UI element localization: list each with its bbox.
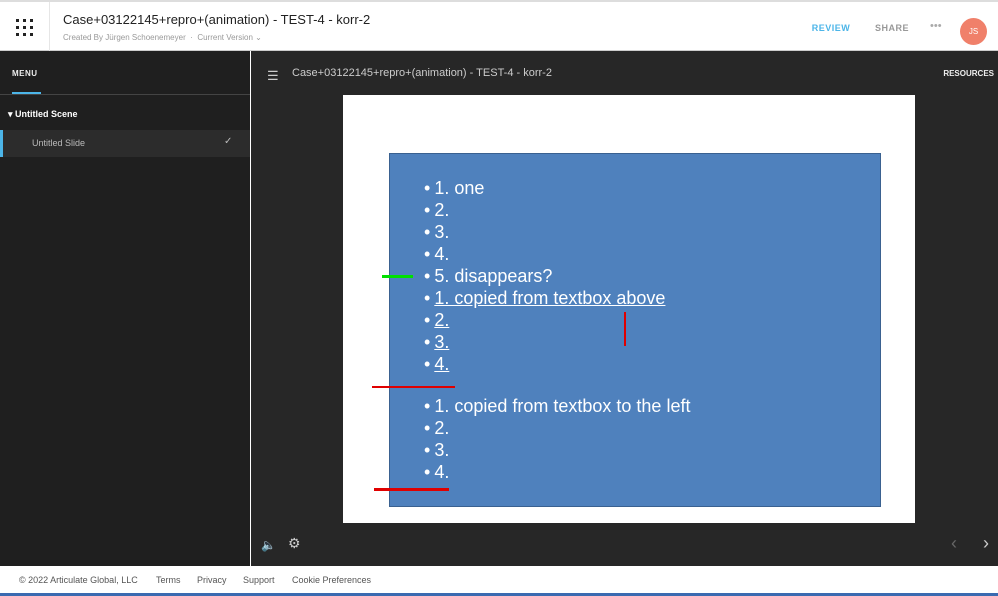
bullet-text: 4. (434, 462, 450, 482)
bullet: • (424, 354, 431, 374)
next-button[interactable]: › (983, 533, 989, 554)
footer: © 2022 Articulate Global, LLC Terms Priv… (0, 566, 998, 596)
player-title: Case+03122145+repro+(animation) - TEST-4… (292, 67, 552, 79)
resources-button[interactable]: RESOURCES (943, 69, 994, 78)
bullet-text: 2. (434, 418, 450, 438)
red-marker-vertical (624, 312, 626, 346)
bullet-line: • 4. (424, 462, 449, 483)
bullet: • (424, 244, 431, 264)
prev-button[interactable]: ‹ (951, 533, 957, 554)
version-dropdown[interactable]: Current Version ⌄ (197, 33, 262, 42)
bullet-text: 1. one (434, 178, 485, 198)
bullet-text: 3. (434, 222, 450, 242)
support-link[interactable]: Support (243, 575, 275, 585)
project-title: Case+03122145+repro+(animation) - TEST-4… (63, 12, 371, 27)
bullet-line: • 1. one (424, 178, 484, 199)
text-box: • 1. one • 2. • 3. • 4. • 5. disappears? • 1. copie… (389, 153, 881, 507)
tab-share[interactable]: SHARE (875, 23, 909, 33)
bullet-line: • 4. (424, 354, 449, 375)
cookie-preferences-link[interactable]: Cookie Preferences (292, 575, 371, 585)
privacy-link[interactable]: Privacy (197, 575, 227, 585)
bullet-line: • 2. (424, 200, 449, 221)
bullet: • (424, 222, 431, 242)
bullet: • (424, 288, 431, 308)
green-marker (382, 275, 413, 278)
bullet-text: 2. (434, 310, 450, 330)
bullet-text: 1. copied from textbox to the left (434, 396, 691, 416)
check-icon: ✓ (224, 136, 233, 147)
bullet-text: 4. (434, 244, 450, 264)
project-subtitle: Created By Jürgen Schoenemeyer · Current… (63, 33, 262, 42)
settings-icon[interactable]: ⚙ (288, 535, 301, 552)
red-marker-horizontal (372, 386, 455, 388)
bullet: • (424, 332, 431, 352)
bullet-line: • 2. (424, 418, 449, 439)
sidebar: MENU ▾ Untitled Scene Untitled Slide ✓ (0, 51, 250, 566)
tab-review[interactable]: REVIEW (800, 23, 862, 53)
divider (0, 94, 250, 95)
bullet-line: • 3. (424, 222, 449, 243)
top-header: Case+03122145+repro+(animation) - TEST-4… (0, 0, 998, 53)
bullet-text: 5. disappears? (434, 266, 553, 286)
bullet-line: • 3. (424, 440, 449, 461)
hamburger-icon[interactable]: ☰ (267, 68, 279, 84)
bullet: • (424, 200, 431, 220)
bullet-line: • 3. (424, 332, 449, 353)
app-grid-button[interactable] (0, 2, 50, 52)
bullet: • (424, 178, 431, 198)
scene-item[interactable]: ▾ Untitled Scene (8, 109, 78, 120)
bullet: • (424, 396, 431, 416)
copyright: © 2022 Articulate Global, LLC (19, 575, 138, 585)
more-icon[interactable]: ••• (930, 20, 942, 32)
bullet: • (424, 310, 431, 330)
bullet-line: • 4. (424, 244, 449, 265)
tab-menu[interactable]: MENU (12, 69, 38, 78)
bullet-line: • 1. copied from textbox to the left (424, 396, 690, 417)
slide-canvas: • 1. one • 2. • 3. • 4. • 5. disappears? • 1. copie… (343, 95, 915, 523)
separator: · (190, 33, 193, 42)
bullet-line: • 1. copied from textbox above (424, 288, 665, 309)
bullet: • (424, 266, 431, 286)
bullet-text: 4. (434, 354, 450, 374)
volume-icon[interactable]: 🔈 (261, 538, 276, 552)
slide-item[interactable]: Untitled Slide ✓ (0, 130, 250, 157)
grid-icon (16, 18, 33, 36)
bullet: • (424, 462, 431, 482)
bullet-text: 3. (434, 440, 450, 460)
terms-link[interactable]: Terms (156, 575, 181, 585)
bullet-text: 3. (434, 332, 450, 352)
bullet-text: 1. copied from textbox above (434, 288, 666, 308)
bullet: • (424, 440, 431, 460)
player-area: ☰ Case+03122145+repro+(animation) - TEST… (251, 51, 998, 566)
bullet: • (424, 418, 431, 438)
avatar[interactable]: JS (960, 18, 987, 45)
created-by: Created By Jürgen Schoenemeyer (63, 33, 186, 42)
slide-item-label: Untitled Slide (32, 138, 86, 148)
red-marker-horizontal (374, 488, 449, 491)
bullet-line: • 5. disappears? (424, 266, 552, 287)
bullet-line: • 2. (424, 310, 449, 331)
bullet-text: 2. (434, 200, 450, 220)
